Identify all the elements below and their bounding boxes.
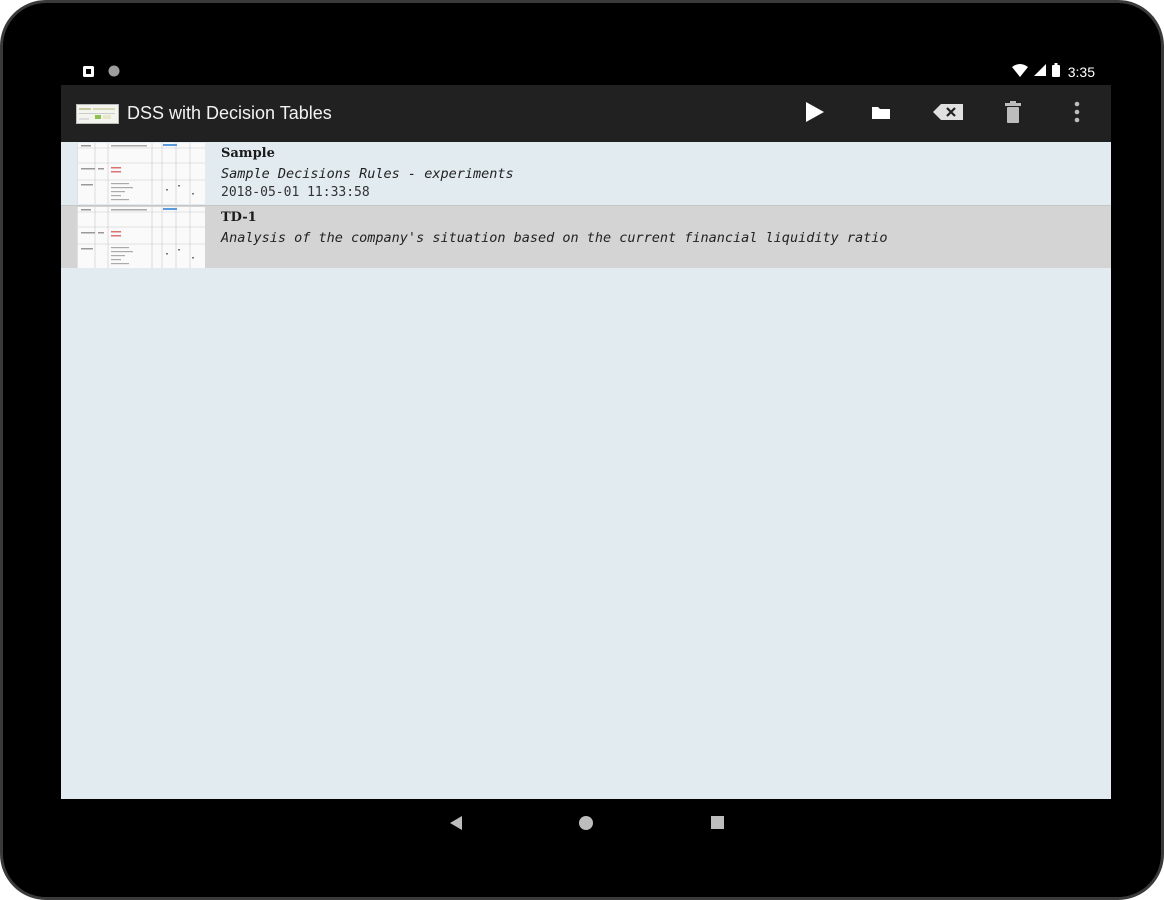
list-item[interactable]: TD-1 Analysis of the company's situation…: [61, 205, 1111, 268]
status-bar: 3:35: [61, 59, 1111, 85]
clear-button[interactable]: [930, 97, 966, 131]
item-title: TD-1: [221, 210, 257, 225]
app-logo: [76, 104, 119, 124]
table-thumbnail: [77, 143, 205, 204]
item-description: Analysis of the company's situation base…: [221, 230, 888, 246]
play-button[interactable]: [798, 97, 832, 131]
list-item[interactable]: Sample Sample Decisions Rules - experime…: [61, 142, 1111, 205]
item-description: Sample Decisions Rules - experiments: [221, 166, 514, 182]
clock: 3:35: [1067, 63, 1095, 80]
play-icon: [806, 101, 824, 127]
back-icon: [450, 815, 462, 835]
item-title: Sample: [221, 146, 275, 161]
open-folder-button[interactable]: [864, 97, 898, 131]
recents-button[interactable]: [705, 813, 729, 837]
sync-icon: [108, 65, 120, 80]
battery-icon: [1051, 63, 1060, 80]
item-date: 2018-05-01 11:33:58: [221, 185, 370, 200]
home-button[interactable]: [574, 813, 598, 837]
delete-button[interactable]: [996, 97, 1030, 131]
decision-table-list: Sample Sample Decisions Rules - experime…: [61, 142, 1111, 799]
app-bar: DSS with Decision Tables: [61, 85, 1111, 142]
wifi-icon: [1011, 63, 1028, 80]
recents-icon: [710, 816, 724, 834]
backspace-icon: [933, 103, 963, 125]
trash-icon: [1005, 100, 1021, 128]
back-button[interactable]: [444, 813, 468, 837]
navigation-bar: [61, 799, 1111, 849]
status-left: [83, 65, 120, 80]
tablet-frame: 3:35 DSS with Decision Tables Sample Sam…: [0, 0, 1164, 900]
more-options-button[interactable]: [1060, 97, 1094, 131]
home-icon: [579, 815, 593, 835]
more-vert-icon: [1074, 101, 1080, 128]
signal-icon: [1033, 64, 1046, 79]
notification-icon: [83, 65, 94, 80]
folder-icon: [872, 105, 890, 124]
table-thumbnail: [77, 207, 205, 268]
status-right: 3:35: [1011, 63, 1095, 80]
app-title: DSS with Decision Tables: [127, 103, 332, 123]
